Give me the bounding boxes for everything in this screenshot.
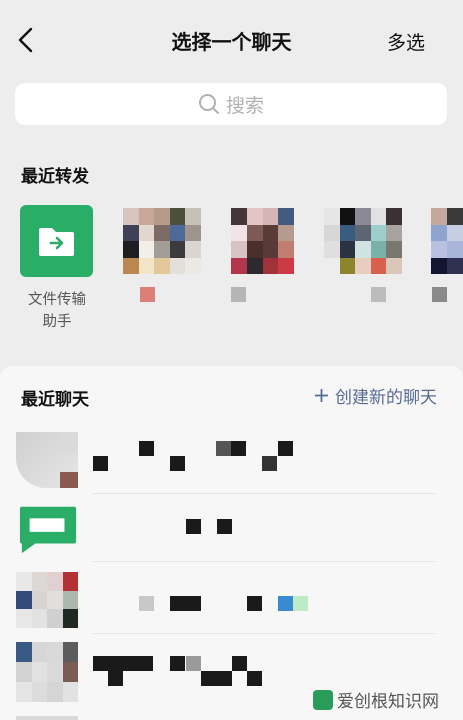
chat-list-item[interactable]: [0, 712, 463, 720]
recent-contact-name: [432, 287, 447, 302]
chat-bubble-icon: [19, 506, 77, 554]
row-divider: [92, 633, 435, 634]
row-divider: [92, 561, 435, 562]
watermark-logo-icon: [313, 689, 333, 710]
recent-contact-name: [231, 287, 246, 302]
file-transfer-avatar[interactable]: [20, 205, 93, 277]
multi-select-button[interactable]: 多选: [387, 28, 425, 55]
recent-forward-title: 最近转发: [21, 167, 89, 187]
search-placeholder: 搜索: [225, 94, 264, 117]
create-new-chat-button[interactable]: 创建新的聊天: [314, 383, 437, 408]
recent-contact-name: [371, 287, 386, 302]
chat-avatar: [16, 432, 78, 488]
create-new-chat-label: 创建新的聊天: [335, 388, 437, 408]
recent-contact-avatar[interactable]: [324, 208, 402, 274]
chat-list-item[interactable]: [0, 494, 463, 562]
recent-contact-name: [140, 287, 155, 302]
search-icon: [198, 94, 219, 114]
watermark: 爱创根知识网: [313, 687, 439, 712]
chat-avatar: [16, 572, 78, 628]
recent-forward-list: 文件传输 助手: [0, 205, 463, 345]
chat-avatar: [16, 716, 78, 720]
recent-chats-title: 最近聊天: [21, 390, 89, 410]
plus-icon: [315, 389, 328, 402]
header: 选择一个聊天 多选: [0, 0, 463, 80]
chat-avatar: [16, 642, 78, 702]
file-transfer-label: 文件传输 助手: [28, 292, 86, 330]
chat-list-item[interactable]: [0, 566, 463, 634]
chat-list-item[interactable]: [0, 426, 463, 494]
recent-contact-avatar[interactable]: [431, 208, 463, 274]
search-bar[interactable]: 搜索: [15, 83, 447, 125]
recent-contact-avatar[interactable]: [123, 208, 201, 274]
recent-chats-panel: 最近聊天 创建新的聊天: [0, 366, 463, 720]
recent-contact-avatar[interactable]: [231, 208, 294, 274]
watermark-text: 爱创根知识网: [337, 692, 439, 712]
folder-arrow-icon: [39, 228, 74, 256]
